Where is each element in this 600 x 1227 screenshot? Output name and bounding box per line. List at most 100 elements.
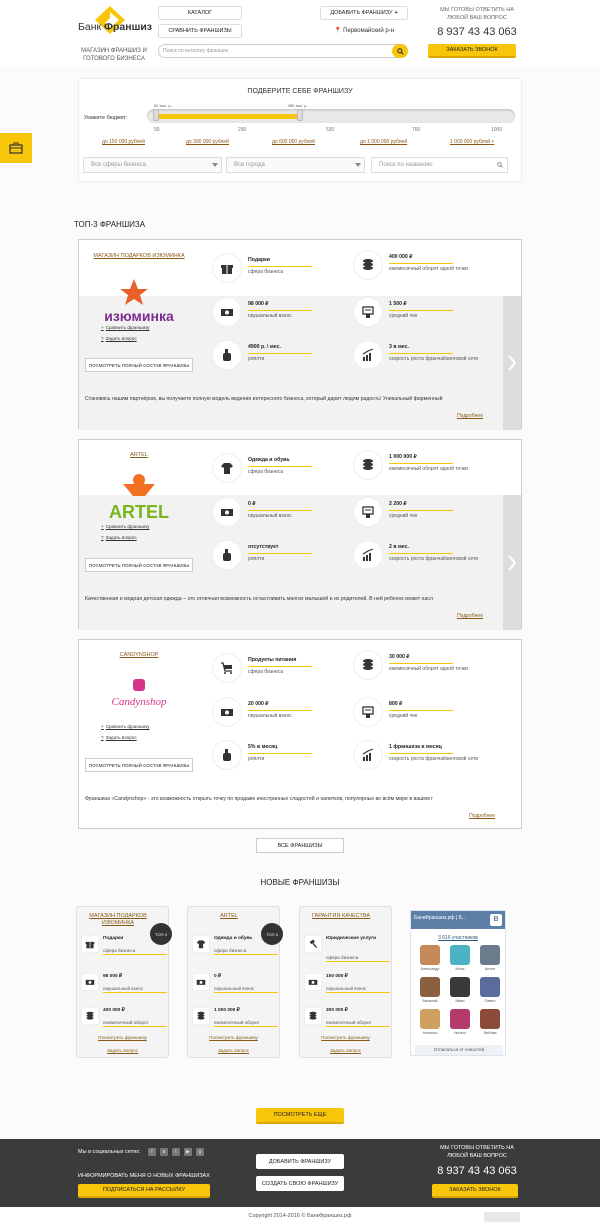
franchise-stat: 98 000 ₽ паушальный взнос [81,973,167,993]
all-franchises-button[interactable]: ВСЕ ФРАНШИЗЫ [256,838,344,853]
view-franchise-link[interactable]: Посмотреть франшизу [77,1035,168,1040]
franchise-stat: 30 000 ₽ ежемесячный оборот одной точки [353,650,503,680]
header-phone[interactable]: 8 937 43 43 063 [432,26,522,38]
plus-icon: + [101,524,104,529]
franchise-stat: 1 франшиза в месяц скорость роста франчай… [353,740,503,770]
compare-franchises-button[interactable]: СРАВНИТЬ ФРАНШИЗЫ [158,24,242,38]
franchise-name-link[interactable]: МАГАЗИН ПОДАРКОВ ИЗЮМИНКА [79,913,157,927]
stat-underline [389,753,453,754]
google-plus-icon[interactable]: g [196,1148,204,1156]
vk-widget-header[interactable]: БанкФраншиз.рф | Б... В [411,911,505,929]
franchise-logo[interactable]: ARTEL [89,470,189,526]
vk-member-count[interactable]: 3 616 участников [411,935,505,941]
coins-icon [81,1007,99,1025]
stat-value: 400 000 ₽ [103,1008,125,1013]
cash-icon [304,973,322,991]
city-select[interactable]: Все города [226,157,365,173]
stat-underline [214,1026,278,1027]
show-more-button[interactable]: ПОСМОТРЕТЬ ЕЩЕ [256,1108,344,1124]
franchise-name-link[interactable]: МАГАЗИН ПОДАРКОВ ИЗЮМИНКА [89,253,189,259]
footer-phone[interactable]: 8 937 43 43 063 [432,1165,522,1177]
franchise-name-link[interactable]: ГАРАНТИЯ КАЧЕСТВА [302,913,380,920]
new-franchise-card: ARTEL ТОП 3 Одежда и обувь сфера бизнеса 0 ₽… [187,906,283,1058]
gift-icon [81,935,99,953]
full-franchise-button[interactable]: ПОСМОТРЕТЬ ПОЛНЫЙ СОСТАВ ФРАНШИЗЫ [85,358,193,372]
full-franchise-button[interactable]: ПОСМОТРЕТЬ ПОЛНЫЙ СОСТАВ ФРАНШИЗЫ [85,758,193,772]
franchise-logo[interactable]: Candynshop [89,679,189,710]
facebook-icon[interactable]: f [148,1148,156,1156]
full-franchise-button[interactable]: ПОСМОТРЕТЬ ПОЛНЫЙ СОСТАВ ФРАНШИЗЫ [85,558,193,572]
range-link[interactable]: до 600 000 рублей [272,139,315,145]
franchise-logo[interactable]: изюминка [89,274,189,330]
franchise-name-link[interactable]: ARTEL [190,913,268,920]
developer-badge-icon[interactable] [484,1212,520,1222]
create-franchise-button[interactable]: СОЗДАТЬ СВОЮ ФРАНШИЗУ [256,1176,344,1191]
catalog-button[interactable]: КАТАЛОГ [158,6,242,20]
vk-member-avatar[interactable] [480,977,500,997]
name-search-input[interactable]: Поиск по названию [371,157,508,173]
copyright: Copyright 2014-2016 © БанкФраншиз.рф [0,1207,600,1227]
franchise-stat: Одежда и обувь сфера бизнеса [212,453,362,483]
franchise-name-link[interactable]: ARTEL [89,452,189,458]
stat-underline [248,753,312,754]
brand-name[interactable]: Банк Франшиз [78,21,152,33]
budget-min-handle[interactable] [153,109,159,121]
vk-member-avatar[interactable] [450,1009,470,1029]
stat-underline [103,992,167,993]
ask-question-link[interactable]: Задать вопрос [77,1048,168,1053]
vk-member-avatar[interactable] [480,1009,500,1029]
ask-question-link[interactable]: ? Задать вопрос [101,535,137,540]
view-franchise-link[interactable]: Посмотреть франшизу [188,1035,279,1040]
vk-unsubscribe-button[interactable]: Отписаться от новостей [415,1045,503,1055]
range-link[interactable]: до 1 000 000 рублей [360,139,407,145]
more-link[interactable]: Подробнее [457,413,483,419]
franchise-stat: Одежда и обувь сфера бизнеса [192,935,278,955]
range-link[interactable]: до 300 000 рублей [186,139,229,145]
vk-member-name: Павел [484,999,496,1003]
compare-franchise-link[interactable]: + Сравнить франшизу [101,524,149,529]
vk-member-name: Александр [420,967,440,971]
franchise-name-link[interactable]: CANDYNSHOP [89,652,189,658]
twitter-icon[interactable]: t [172,1148,180,1156]
stat-underline [103,954,167,955]
stat-value: 300 000 ₽ [326,1008,348,1013]
side-tab-briefcase[interactable] [0,133,32,163]
franchise-stat: 800 ₽ средний чек [353,697,503,727]
ask-question-link[interactable]: Задать вопрос [300,1048,391,1053]
order-call-button[interactable]: ЗАКАЗАТЬ ЗВОНОК [428,44,516,58]
sphere-select[interactable]: Все сферы бизнеса [83,157,222,173]
vk-member-avatar[interactable] [450,945,470,965]
city-selector[interactable]: 📍 Первомайский р-н [334,27,394,34]
vk-member-avatar[interactable] [420,977,440,997]
compare-franchise-link[interactable]: + Сравнить франшизу [101,724,149,729]
vk-member-avatar[interactable] [420,1009,440,1029]
subscribe-button[interactable]: ПОДПИСАТЬСЯ НА РАССЫЛКУ [78,1184,210,1198]
top-franchise-card: CANDYNSHOP Candynshop + Сравнить франшизу ? З… [78,639,522,829]
range-link[interactable]: 1 000 000 рублей + [450,139,494,145]
vk-member-avatar[interactable] [480,945,500,965]
more-link[interactable]: Подробнее [469,813,495,819]
compare-franchise-link[interactable]: + Сравнить франшизу [101,325,149,330]
view-franchise-link[interactable]: Посмотреть франшизу [300,1035,391,1040]
next-arrow-button[interactable] [503,495,521,630]
add-franchise-button[interactable]: ДОБАВИТЬ ФРАНШИЗУ + [320,6,408,20]
range-link[interactable]: до 150 000 рублей [102,139,145,145]
vk-member-avatar[interactable] [420,945,440,965]
stat-underline [389,710,453,711]
footer-order-call-button[interactable]: ЗАКАЗАТЬ ЗВОНОК [432,1184,518,1198]
catalog-search-input[interactable]: Поиск по каталогу франшиз [158,44,408,58]
budget-max-handle[interactable] [296,109,303,121]
stat-label: средний чек [389,513,418,519]
stat-value: 30 000 ₽ [389,654,410,660]
chevron-down-icon [355,163,361,167]
youtube-icon[interactable]: ▶ [184,1148,192,1156]
ask-question-link[interactable]: ? Задать вопрос [101,735,137,740]
next-arrow-button[interactable] [503,296,521,430]
vk-icon[interactable]: в [160,1148,168,1156]
ask-question-link[interactable]: ? Задать вопрос [101,336,137,341]
footer-add-franchise-button[interactable]: ДОБАВИТЬ ФРАНШИЗУ [256,1154,344,1169]
vk-member-avatar[interactable] [450,977,470,997]
ask-question-link[interactable]: Задать вопрос [188,1048,279,1053]
search-button[interactable] [392,44,408,58]
more-link[interactable]: Подробнее [457,613,483,619]
